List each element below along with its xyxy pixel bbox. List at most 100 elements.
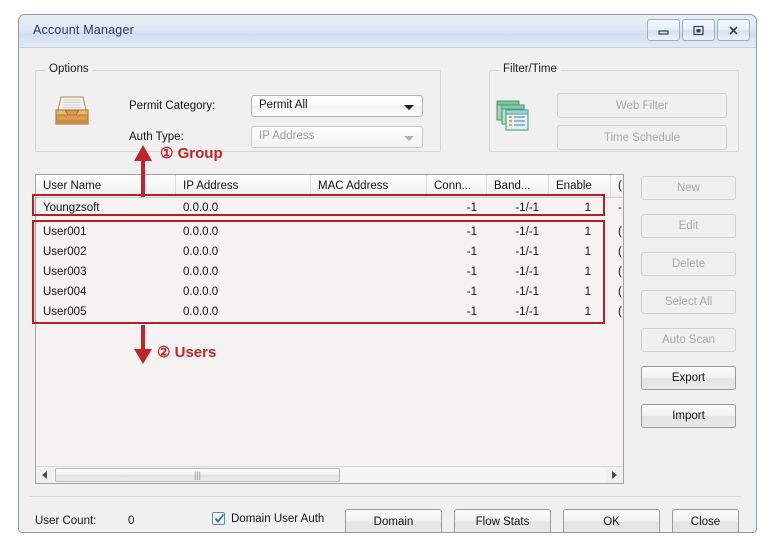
cell-mac-address <box>311 302 427 322</box>
delete-button[interactable]: Delete <box>641 252 736 276</box>
scroll-left-button[interactable] <box>36 467 53 483</box>
auto-scan-button[interactable]: Auto Scan <box>641 328 736 352</box>
window-controls <box>647 19 750 41</box>
chevron-down-icon <box>404 105 414 110</box>
cell-user-name: User004 <box>43 286 87 298</box>
close-button-footer[interactable]: Close <box>672 509 739 532</box>
cell-mac-address <box>311 282 427 302</box>
new-button[interactable]: New <box>641 176 736 200</box>
cell-ip-address: 0.0.0.0 <box>183 202 219 214</box>
select-all-button[interactable]: Select All <box>641 290 736 314</box>
checkbox-box[interactable] <box>212 512 225 525</box>
cell-ip-address: 0.0.0.0 <box>183 246 219 258</box>
maximize-icon <box>692 25 705 36</box>
column-header-conn[interactable]: Conn... <box>427 175 487 197</box>
cell-mac-address <box>311 242 427 262</box>
time-schedule-button[interactable]: Time Schedule <box>557 125 727 150</box>
cell-extra: ( <box>618 286 622 298</box>
flow-stats-button[interactable]: Flow Stats <box>454 509 551 532</box>
table-row[interactable]: User003 0.0.0.0 -1 -1/-1 1 ( <box>36 262 623 282</box>
footer-divider <box>29 496 741 497</box>
scrollbar-track[interactable]: ||| <box>53 467 606 483</box>
column-header-user-name[interactable]: User Name <box>36 175 176 197</box>
column-header-band[interactable]: Band... <box>487 175 549 197</box>
window-title: Account Manager <box>33 23 134 37</box>
cell-band: -1/-1 <box>515 266 539 278</box>
cell-mac-address <box>311 262 427 282</box>
cell-extra: ( <box>618 266 622 278</box>
auth-type-combo[interactable]: IP Address <box>251 126 423 148</box>
window-titlebar[interactable]: Account Manager <box>19 15 756 48</box>
table-row[interactable]: User004 0.0.0.0 -1 -1/-1 1 ( <box>36 282 623 302</box>
cell-band: -1/-1 <box>515 226 539 238</box>
domain-user-auth-checkbox[interactable]: Domain User Auth <box>212 512 324 525</box>
scrollbar-thumb[interactable]: ||| <box>55 468 340 482</box>
edit-button[interactable]: Edit <box>641 214 736 238</box>
close-button[interactable] <box>717 19 750 41</box>
ok-button[interactable]: OK <box>563 509 660 532</box>
minimize-button[interactable] <box>647 19 680 41</box>
cell-ip-address: 0.0.0.0 <box>183 286 219 298</box>
auth-type-label: Auth Type: <box>129 131 184 143</box>
chevron-left-icon <box>42 471 47 479</box>
stacked-windows-icon <box>496 100 530 137</box>
inbox-tray-icon <box>51 90 93 137</box>
screenshot-root: Account Manager Options Permit Category:… <box>0 0 771 540</box>
filter-time-legend: Filter/Time <box>499 63 561 75</box>
permit-category-combo[interactable]: Permit All <box>251 95 423 117</box>
annotation-users-marker: ② <box>157 344 171 361</box>
cell-extra: ( <box>618 226 622 238</box>
check-icon <box>214 513 225 523</box>
maximize-button[interactable] <box>682 19 715 41</box>
cell-user-name: Youngzsoft <box>43 202 100 214</box>
cell-conn: -1 <box>466 286 477 298</box>
domain-button[interactable]: Domain <box>345 509 442 532</box>
chevron-down-icon <box>404 136 414 141</box>
listview-header-row: User Name IP Address MAC Address Conn...… <box>36 175 623 198</box>
account-manager-window: Account Manager Options Permit Category:… <box>18 14 757 533</box>
options-legend: Options <box>45 63 93 75</box>
table-row[interactable]: Youngzsoft 0.0.0.0 -1 -1/-1 1 - <box>36 198 623 218</box>
column-header-enable[interactable]: Enable <box>549 175 611 197</box>
cell-ip-address: 0.0.0.0 <box>183 266 219 278</box>
cell-mac-address <box>311 222 427 242</box>
export-button[interactable]: Export <box>641 366 736 390</box>
domain-user-auth-label: Domain User Auth <box>231 512 325 525</box>
column-header-ip-address[interactable]: IP Address <box>176 175 311 197</box>
table-row[interactable]: User001 0.0.0.0 -1 -1/-1 1 ( <box>36 222 623 242</box>
cell-conn: -1 <box>466 266 477 278</box>
accounts-listview[interactable]: User Name IP Address MAC Address Conn...… <box>35 174 624 484</box>
column-header-mac-address[interactable]: MAC Address <box>311 175 427 197</box>
scroll-right-button[interactable] <box>606 467 623 483</box>
permit-category-value: Permit All <box>259 99 308 111</box>
annotation-group-text: Group <box>177 145 223 162</box>
annotation-users-text: Users <box>174 344 217 361</box>
cell-enable: 1 <box>584 286 591 298</box>
cell-conn: -1 <box>466 226 477 238</box>
cell-enable: 1 <box>584 202 591 214</box>
listview-horizontal-scrollbar[interactable]: ||| <box>36 466 623 483</box>
cell-user-name: User005 <box>43 306 87 318</box>
cell-band: -1/-1 <box>515 286 539 298</box>
web-filter-button[interactable]: Web Filter <box>557 93 727 118</box>
cell-mac-address <box>311 198 427 218</box>
cell-enable: 1 <box>584 266 591 278</box>
import-button[interactable]: Import <box>641 404 736 428</box>
close-icon <box>727 25 740 36</box>
column-header-extra[interactable]: ( <box>611 175 623 197</box>
annotation-group-marker: ① <box>160 145 174 162</box>
cell-user-name: User001 <box>43 226 87 238</box>
table-row[interactable]: User005 0.0.0.0 -1 -1/-1 1 ( <box>36 302 623 322</box>
annotation-users-arrow <box>132 325 154 370</box>
cell-enable: 1 <box>584 306 591 318</box>
cell-user-name: User003 <box>43 266 87 278</box>
grip-icon: ||| <box>193 469 201 480</box>
cell-band: -1/-1 <box>515 246 539 258</box>
annotation-group-arrow <box>132 143 154 202</box>
table-row[interactable]: User002 0.0.0.0 -1 -1/-1 1 ( <box>36 242 623 262</box>
minimize-icon <box>657 25 670 36</box>
chevron-right-icon <box>612 471 617 479</box>
permit-category-label: Permit Category: <box>129 100 216 112</box>
auth-type-value: IP Address <box>259 130 315 142</box>
cell-conn: -1 <box>466 202 477 214</box>
